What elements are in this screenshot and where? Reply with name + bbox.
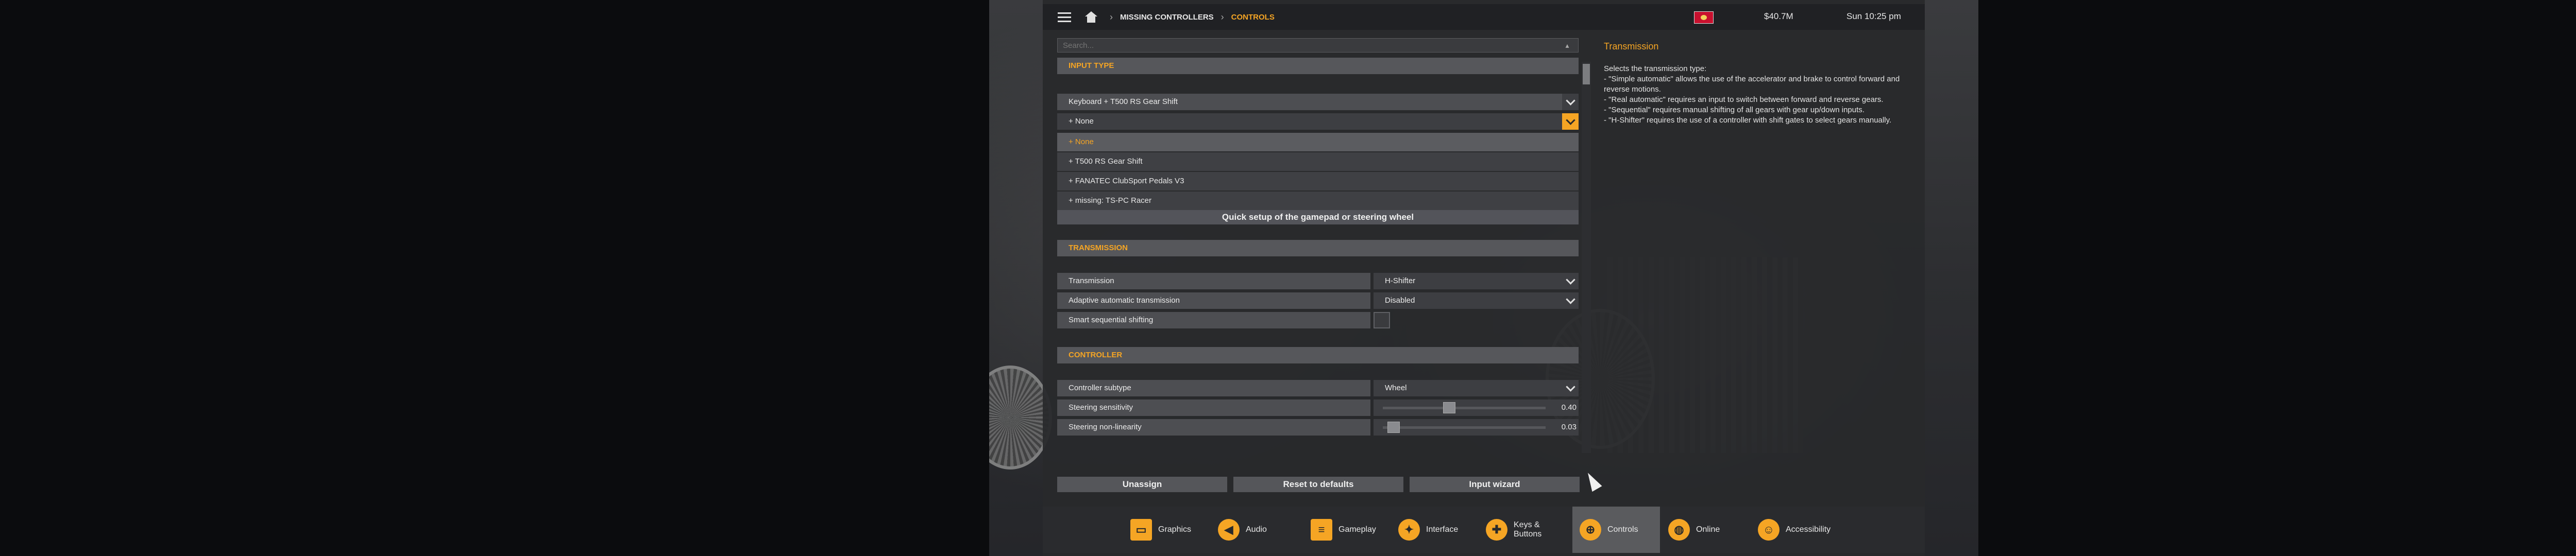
nav-keys-buttons[interactable]: ✚ Keys & Buttons: [1486, 507, 1550, 553]
section-transmission: TRANSMISSION: [1057, 240, 1579, 256]
description-title: Transmission: [1604, 41, 1659, 51]
menu-button[interactable]: [1053, 6, 1076, 28]
search-scroll-icon: ▴: [1565, 41, 1569, 49]
section-controller: CONTROLLER: [1057, 347, 1579, 363]
nav-gameplay[interactable]: ≡ Gameplay: [1311, 507, 1376, 553]
reset-defaults-button[interactable]: Reset to defaults: [1233, 477, 1403, 492]
controller-subtype-value: Wheel: [1385, 384, 1407, 392]
region-flag-icon: [1694, 11, 1714, 24]
chevron-down-icon[interactable]: [1562, 94, 1579, 110]
search-input[interactable]: [1057, 38, 1579, 53]
steering-wheel-icon: ⊕: [1580, 519, 1601, 541]
adaptive-transmission-dropdown[interactable]: Disabled: [1374, 292, 1579, 309]
slider-thumb[interactable]: [1387, 422, 1400, 433]
transmission-dropdown[interactable]: H-Shifter: [1374, 273, 1579, 289]
nav-audio[interactable]: ◀ Audio: [1218, 507, 1267, 553]
section-input-type: INPUT TYPE: [1057, 58, 1579, 74]
steering-nonlinearity-slider[interactable]: 0.03: [1374, 419, 1579, 436]
top-bar: › MISSING CONTROLLERS › CONTROLS $40.7M …: [1043, 4, 1925, 30]
dropdown-option[interactable]: + missing: TS-PC Racer: [1057, 192, 1579, 210]
nav-accessibility[interactable]: ☺ Accessibility: [1758, 507, 1831, 553]
input-device-value: Keyboard + T500 RS Gear Shift: [1069, 97, 1178, 106]
smart-sequential-label: Smart sequential shifting: [1057, 312, 1370, 328]
transmission-value: H-Shifter: [1385, 276, 1416, 285]
steering-sensitivity-label: Steering sensitivity: [1057, 399, 1370, 416]
slider-thumb[interactable]: [1443, 402, 1455, 413]
breadcrumb-controls: CONTROLS: [1231, 12, 1275, 22]
description-line: - "H-Shifter" requires the use of a cont…: [1604, 116, 1892, 125]
slider-track[interactable]: [1383, 426, 1546, 429]
description-line: - "Sequential" requires manual shifting …: [1604, 106, 1865, 114]
slider-track[interactable]: [1383, 407, 1546, 409]
home-icon: [1085, 11, 1097, 23]
nav-interface[interactable]: ✦ Interface: [1398, 507, 1458, 553]
description-line: Selects the transmission type:: [1604, 64, 1707, 73]
home-button[interactable]: [1080, 6, 1103, 28]
controller-subtype-label: Controller subtype: [1057, 380, 1370, 396]
chevron-down-icon[interactable]: [1562, 292, 1579, 309]
chevron-down-icon[interactable]: [1562, 273, 1579, 289]
chevron-right-icon: ›: [1221, 11, 1224, 22]
chevron-down-icon[interactable]: [1562, 113, 1579, 130]
chevron-right-icon: ›: [1110, 11, 1113, 22]
gamepad-icon: ✚: [1486, 519, 1507, 541]
input-device-dropdown[interactable]: Keyboard + T500 RS Gear Shift: [1057, 94, 1579, 110]
adaptive-transmission-label: Adaptive automatic transmission: [1057, 292, 1370, 309]
description-body: Selects the transmission type: - "Simple…: [1604, 64, 1908, 126]
game-clock: Sun 10:25 pm: [1846, 11, 1901, 21]
steering-sensitivity-slider[interactable]: 0.40: [1374, 399, 1579, 416]
description-line: - "Simple automatic" allows the use of t…: [1604, 75, 1900, 94]
smart-sequential-checkbox[interactable]: [1374, 312, 1390, 328]
nav-controls[interactable]: ⊕ Controls: [1572, 507, 1660, 553]
input-wizard-button[interactable]: Input wizard: [1410, 477, 1580, 492]
adaptive-transmission-value: Disabled: [1385, 296, 1415, 305]
dropdown-option[interactable]: + T500 RS Gear Shift: [1057, 152, 1579, 171]
scrollbar-thumb[interactable]: [1583, 64, 1590, 84]
cursor-target-icon: ✦: [1398, 519, 1420, 541]
settings-category-nav: ▭ Graphics ◀ Audio ≡ Gameplay ✦ Interfac…: [1043, 507, 1925, 553]
secondary-device-dropdown[interactable]: + None: [1057, 113, 1579, 130]
money-display: $40.7M: [1764, 11, 1793, 21]
nav-graphics[interactable]: ▭ Graphics: [1130, 507, 1191, 553]
steering-nonlinearity-label: Steering non-linearity: [1057, 419, 1370, 436]
dropdown-option[interactable]: + None: [1057, 133, 1579, 151]
slider-value: 0.03: [1561, 423, 1577, 431]
monitor-icon: ▭: [1130, 519, 1152, 541]
controller-subtype-dropdown[interactable]: Wheel: [1374, 380, 1579, 396]
list-scrollbar[interactable]: [1582, 62, 1591, 453]
nav-online[interactable]: ◍ Online: [1668, 507, 1720, 553]
dropdown-option[interactable]: + FANATEC ClubSport Pedals V3: [1057, 172, 1579, 190]
transmission-label: Transmission: [1057, 273, 1370, 289]
unassign-button[interactable]: Unassign: [1057, 477, 1227, 492]
settings-list: INPUT TYPE Keyboard + T500 RS Gear Shift…: [1057, 58, 1579, 485]
description-line: - "Real automatic" requires an input to …: [1604, 95, 1884, 104]
quick-setup-button[interactable]: Quick setup of the gamepad or steering w…: [1057, 210, 1579, 224]
breadcrumb-missing-controllers[interactable]: MISSING CONTROLLERS: [1120, 13, 1214, 22]
globe-icon: ◍: [1668, 519, 1690, 541]
sliders-icon: ≡: [1311, 519, 1332, 541]
chevron-down-icon[interactable]: [1562, 380, 1579, 396]
hamburger-icon: [1058, 16, 1071, 18]
accessibility-icon: ☺: [1758, 519, 1780, 541]
secondary-device-value: + None: [1069, 117, 1094, 126]
speaker-icon: ◀: [1218, 519, 1240, 541]
slider-value: 0.40: [1561, 403, 1577, 412]
